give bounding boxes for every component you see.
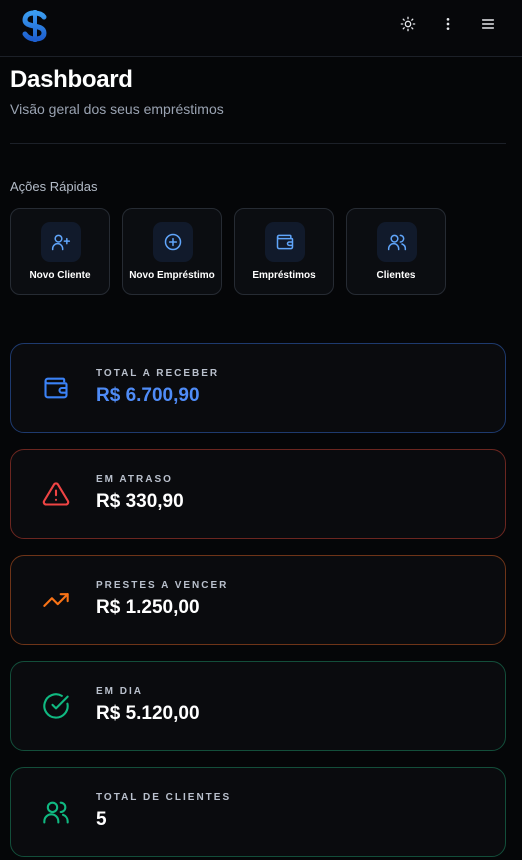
more-vertical-icon — [440, 16, 456, 37]
wallet-icon — [265, 222, 305, 262]
stat-card-total-clients[interactable]: TOTAL DE CLIENTES 5 — [10, 767, 506, 857]
stat-label: PRESTES A VENCER — [96, 580, 229, 591]
quick-action-clients[interactable]: Clientes — [346, 208, 446, 295]
page-subtitle: Visão geral dos seus empréstimos — [10, 101, 224, 117]
quick-action-label: Clientes — [376, 270, 416, 281]
stat-value: R$ 5.120,00 — [96, 703, 200, 724]
stat-card-overdue[interactable]: EM ATRASO R$ 330,90 — [10, 449, 506, 539]
more-options-button[interactable] — [434, 14, 462, 38]
page-title: Dashboard — [10, 66, 133, 93]
check-circle-icon — [41, 691, 71, 721]
stat-card-on-time[interactable]: EM DIA R$ 5.120,00 — [10, 661, 506, 751]
quick-action-label: Empréstimos — [252, 270, 316, 281]
stat-card-due-soon[interactable]: PRESTES A VENCER R$ 1.250,00 — [10, 555, 506, 645]
stat-card-total-receivable[interactable]: TOTAL A RECEBER R$ 6.700,90 — [10, 343, 506, 433]
users-icon — [377, 222, 417, 262]
quick-action-loans[interactable]: Empréstimos — [234, 208, 334, 295]
wallet-icon — [41, 373, 71, 403]
stat-label: TOTAL DE CLIENTES — [96, 792, 232, 803]
stat-value: R$ 6.700,90 — [96, 385, 200, 406]
quick-action-label: Novo Empréstimo — [129, 270, 215, 281]
alert-triangle-icon — [41, 479, 71, 509]
quick-action-label: Novo Cliente — [29, 270, 91, 281]
stat-value: R$ 330,90 — [96, 491, 184, 512]
hamburger-menu-icon — [480, 16, 496, 37]
quick-action-new-loan[interactable]: Novo Empréstimo — [122, 208, 222, 295]
stat-value: 5 — [96, 809, 107, 830]
divider — [10, 143, 506, 144]
user-plus-icon — [41, 222, 81, 262]
quick-action-new-client[interactable]: Novo Cliente — [10, 208, 110, 295]
trending-up-icon — [41, 585, 71, 615]
sun-icon — [400, 16, 416, 37]
plus-circle-icon — [153, 222, 193, 262]
stat-label: EM DIA — [96, 686, 143, 697]
users-icon — [41, 797, 71, 827]
theme-toggle-button[interactable] — [394, 14, 422, 38]
top-bar — [0, 0, 522, 57]
dollar-s-logo[interactable] — [20, 9, 52, 43]
menu-button[interactable] — [474, 14, 502, 38]
quick-actions-title: Ações Rápidas — [10, 179, 98, 194]
stat-label: EM ATRASO — [96, 474, 173, 485]
stat-value: R$ 1.250,00 — [96, 597, 200, 618]
stat-label: TOTAL A RECEBER — [96, 368, 220, 379]
